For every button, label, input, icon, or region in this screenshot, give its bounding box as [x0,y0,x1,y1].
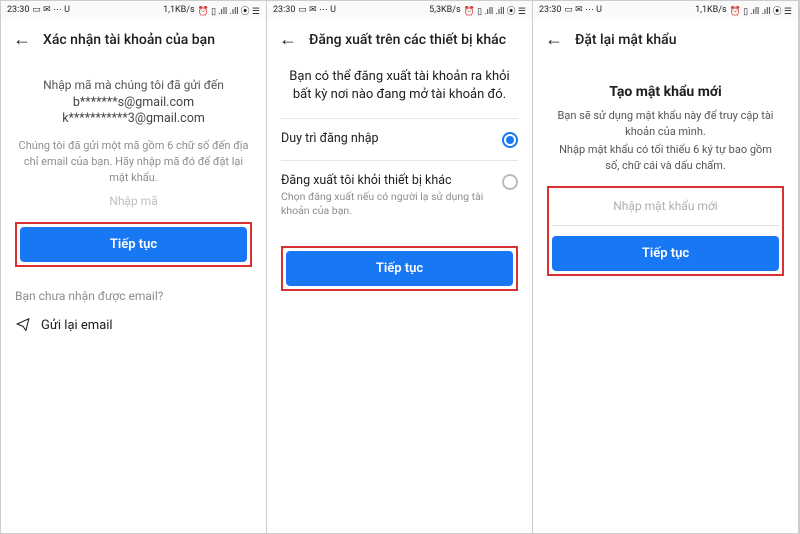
status-speed: 1,1KB/s [695,5,727,15]
highlight-box: Tiếp tục [15,222,252,267]
email-line-1: b*******s@gmail.com [15,95,252,110]
option-logout-others[interactable]: Đăng xuất tôi khỏi thiết bị khác Chọn đă… [281,160,518,229]
continue-button[interactable]: Tiếp tục [286,251,513,286]
status-time: 23:30 [539,5,561,15]
resend-row[interactable]: Gửi lại email [15,317,252,335]
screen-confirm-account: 23:30 ▭ ✉ ⋯ U 1,1KB/s ⏰ ▯ .ıll .ıll ⦿ ☰ … [1,1,267,533]
option-title: Duy trì đăng nhập [281,131,494,146]
send-icon [15,317,31,335]
status-left-icons: ▭ ✉ ⋯ U [564,5,602,15]
option-title: Đăng xuất tôi khỏi thiết bị khác [281,173,494,188]
sub-text-2: Nhập mật khẩu có tối thiểu 6 ký tự bao g… [547,142,784,174]
status-right-icons: ⏰ ▯ .ıll .ıll ⦿ ☰ [198,4,260,17]
back-arrow-icon[interactable]: ← [13,29,31,50]
no-email-text: Bạn chưa nhận được email? [15,289,252,303]
status-left-icons: ▭ ✉ ⋯ U [32,5,70,15]
intro-text: Nhập mã mà chúng tôi đã gửi đến [15,76,252,94]
option-stay-logged-in[interactable]: Duy trì đăng nhập [281,118,518,160]
status-right-icons: ⏰ ▯ .ıll .ıll ⦿ ☰ [464,4,526,17]
highlight-box: Tiếp tục [281,246,518,291]
email-line-2: k***********3@gmail.com [15,111,252,126]
option-subtitle: Chọn đăng xuất nếu có người lạ sử dụng t… [281,190,494,217]
status-time: 23:30 [7,5,29,15]
status-bar: 23:30 ▭ ✉ ⋯ U 1,1KB/s ⏰ ▯ .ıll .ıll ⦿ ☰ [533,1,798,19]
resend-label: Gửi lại email [41,318,113,333]
status-left-icons: ▭ ✉ ⋯ U [298,5,336,15]
status-bar: 23:30 ▭ ✉ ⋯ U 5,3KB/s ⏰ ▯ .ıll .ıll ⦿ ☰ [267,1,532,19]
page-title: Đặt lại mật khẩu [575,32,677,48]
status-speed: 5,3KB/s [429,5,461,15]
header: ← Đặt lại mật khẩu [533,19,798,60]
status-right-icons: ⏰ ▯ .ıll .ıll ⦿ ☰ [730,4,792,17]
continue-button[interactable]: Tiếp tục [552,236,779,271]
screen-reset-password: 23:30 ▭ ✉ ⋯ U 1,1KB/s ⏰ ▯ .ıll .ıll ⦿ ☰ … [533,1,799,533]
radio-selected-icon [502,132,518,148]
back-arrow-icon[interactable]: ← [279,29,297,50]
back-arrow-icon[interactable]: ← [545,29,563,50]
password-input[interactable]: Nhập mật khẩu mới [552,191,779,226]
radio-unselected-icon [502,174,518,190]
sub-text-1: Bạn sẽ sử dụng mật khẩu này để truy cập … [547,108,784,140]
continue-button[interactable]: Tiếp tục [20,227,247,262]
intro-text: Bạn có thể đăng xuất tài khoản ra khỏi b… [281,60,518,118]
hint-text: Chúng tôi đã gửi một mã gồm 6 chữ số đến… [15,138,252,186]
status-time: 23:30 [273,5,295,15]
highlight-box: Nhập mật khẩu mới Tiếp tục [547,186,784,276]
page-title: Xác nhận tài khoản của bạn [43,32,215,48]
status-bar: 23:30 ▭ ✉ ⋯ U 1,1KB/s ⏰ ▯ .ıll .ıll ⦿ ☰ [1,1,266,19]
code-input[interactable]: Nhập mã [15,186,252,218]
screen-logout-devices: 23:30 ▭ ✉ ⋯ U 5,3KB/s ⏰ ▯ .ıll .ıll ⦿ ☰ … [267,1,533,533]
status-speed: 1,1KB/s [163,5,195,15]
header: ← Xác nhận tài khoản của bạn [1,19,266,60]
header: ← Đăng xuất trên các thiết bị khác [267,19,532,60]
page-title: Đăng xuất trên các thiết bị khác [309,32,506,48]
heading: Tạo mật khẩu mới [547,84,784,100]
